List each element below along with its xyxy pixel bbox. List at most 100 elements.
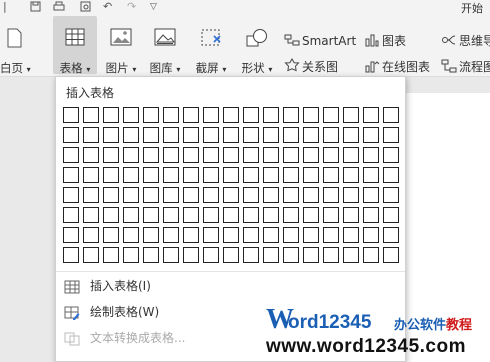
grid-cell[interactable]: [343, 167, 359, 183]
grid-cell[interactable]: [363, 147, 379, 163]
grid-cell[interactable]: [383, 207, 399, 223]
grid-cell[interactable]: [83, 147, 99, 163]
grid-cell[interactable]: [143, 127, 159, 143]
grid-cell[interactable]: [303, 207, 319, 223]
grid-cell[interactable]: [323, 127, 339, 143]
grid-cell[interactable]: [243, 187, 259, 203]
grid-cell[interactable]: [263, 247, 279, 263]
grid-cell[interactable]: [123, 107, 139, 123]
grid-cell[interactable]: [123, 167, 139, 183]
grid-cell[interactable]: [163, 107, 179, 123]
grid-cell[interactable]: [343, 147, 359, 163]
grid-cell[interactable]: [243, 167, 259, 183]
picture-button[interactable]: 图片 ▾: [100, 16, 142, 75]
grid-cell[interactable]: [343, 207, 359, 223]
grid-cell[interactable]: [103, 147, 119, 163]
grid-cell[interactable]: [303, 187, 319, 203]
grid-cell[interactable]: [63, 247, 79, 263]
grid-cell[interactable]: [383, 247, 399, 263]
grid-cell[interactable]: [183, 227, 199, 243]
grid-cell[interactable]: [103, 227, 119, 243]
grid-cell[interactable]: [383, 127, 399, 143]
table-button[interactable]: 表格 ▾: [53, 16, 97, 75]
grid-cell[interactable]: [263, 127, 279, 143]
grid-cell[interactable]: [343, 227, 359, 243]
grid-cell[interactable]: [183, 207, 199, 223]
draw-table-menu-item[interactable]: 绘制表格(W): [64, 303, 159, 323]
grid-cell[interactable]: [363, 127, 379, 143]
grid-cell[interactable]: [83, 127, 99, 143]
grid-cell[interactable]: [223, 247, 239, 263]
grid-cell[interactable]: [203, 247, 219, 263]
grid-cell[interactable]: [83, 167, 99, 183]
grid-cell[interactable]: [203, 207, 219, 223]
grid-cell[interactable]: [223, 167, 239, 183]
grid-cell[interactable]: [363, 207, 379, 223]
grid-cell[interactable]: [303, 107, 319, 123]
grid-cell[interactable]: [83, 207, 99, 223]
shape-button[interactable]: 形状 ▾: [236, 16, 278, 75]
grid-cell[interactable]: [363, 227, 379, 243]
grid-cell[interactable]: [343, 127, 359, 143]
customize-arrow-icon[interactable]: ▽: [150, 2, 157, 12]
grid-cell[interactable]: [103, 207, 119, 223]
grid-cell[interactable]: [323, 247, 339, 263]
grid-cell[interactable]: [143, 147, 159, 163]
grid-cell[interactable]: [163, 227, 179, 243]
grid-cell[interactable]: [323, 187, 339, 203]
grid-cell[interactable]: [223, 227, 239, 243]
grid-cell[interactable]: [83, 227, 99, 243]
grid-cell[interactable]: [363, 187, 379, 203]
grid-cell[interactable]: [303, 247, 319, 263]
mindmap-button[interactable]: 思维导: [441, 32, 490, 49]
tab-start[interactable]: 开始: [461, 0, 483, 16]
grid-cell[interactable]: [223, 107, 239, 123]
grid-cell[interactable]: [243, 147, 259, 163]
grid-cell[interactable]: [223, 207, 239, 223]
grid-cell[interactable]: [163, 247, 179, 263]
grid-cell[interactable]: [163, 167, 179, 183]
grid-cell[interactable]: [123, 207, 139, 223]
save-icon[interactable]: [30, 1, 41, 12]
smartart-button[interactable]: SmartArt: [284, 32, 356, 48]
grid-cell[interactable]: [323, 167, 339, 183]
grid-cell[interactable]: [83, 107, 99, 123]
grid-cell[interactable]: [203, 127, 219, 143]
grid-cell[interactable]: [343, 107, 359, 123]
grid-cell[interactable]: [223, 187, 239, 203]
grid-cell[interactable]: [163, 127, 179, 143]
grid-cell[interactable]: [203, 167, 219, 183]
grid-cell[interactable]: [223, 147, 239, 163]
grid-cell[interactable]: [283, 107, 299, 123]
grid-cell[interactable]: [183, 167, 199, 183]
grid-cell[interactable]: [323, 147, 339, 163]
grid-cell[interactable]: [123, 127, 139, 143]
grid-cell[interactable]: [383, 147, 399, 163]
grid-cell[interactable]: [263, 107, 279, 123]
grid-cell[interactable]: [363, 107, 379, 123]
grid-cell[interactable]: [243, 107, 259, 123]
undo-icon[interactable]: ↶: [103, 0, 112, 13]
grid-cell[interactable]: [283, 127, 299, 143]
screenshot-button[interactable]: 截屏 ▾: [190, 16, 232, 75]
grid-cell[interactable]: [163, 187, 179, 203]
text-to-table-menu-item[interactable]: 文本转换成表格...: [64, 329, 185, 349]
grid-cell[interactable]: [303, 227, 319, 243]
grid-cell[interactable]: [63, 207, 79, 223]
grid-cell[interactable]: [383, 107, 399, 123]
grid-cell[interactable]: [63, 167, 79, 183]
grid-cell[interactable]: [83, 187, 99, 203]
grid-cell[interactable]: [243, 127, 259, 143]
grid-cell[interactable]: [103, 127, 119, 143]
table-size-grid[interactable]: [63, 107, 399, 263]
library-button[interactable]: 图库 ▾: [144, 16, 186, 75]
grid-cell[interactable]: [323, 107, 339, 123]
chart-button[interactable]: 图表: [364, 32, 406, 49]
grid-cell[interactable]: [103, 247, 119, 263]
grid-cell[interactable]: [183, 147, 199, 163]
grid-cell[interactable]: [263, 187, 279, 203]
grid-cell[interactable]: [343, 187, 359, 203]
grid-cell[interactable]: [103, 167, 119, 183]
blank-page-button[interactable]: 白页 ▾: [0, 16, 40, 75]
print-icon[interactable]: [53, 1, 65, 12]
